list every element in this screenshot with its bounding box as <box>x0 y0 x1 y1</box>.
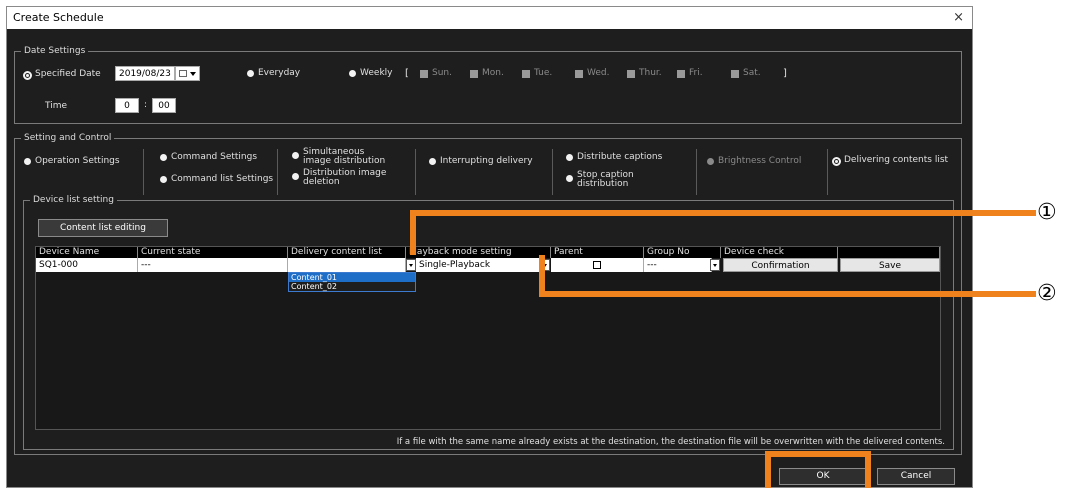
column-current-state: Current state <box>138 247 288 258</box>
weekly-label: Weekly <box>360 68 393 78</box>
label-sat: Sat. <box>743 68 761 78</box>
save-button[interactable]: Save <box>840 258 940 272</box>
operation-settings-label: Operation Settings <box>35 156 120 166</box>
simultaneous-line2: image distribution <box>303 156 386 166</box>
label-fri: Fri. <box>689 68 703 78</box>
cell-parent <box>551 258 644 272</box>
brightness-control-radio[interactable] <box>707 158 714 165</box>
parent-checkbox[interactable] <box>593 261 601 269</box>
weekly-radio[interactable] <box>349 70 356 77</box>
delivering-contents-list-radio[interactable] <box>832 157 841 166</box>
checkbox-thur[interactable] <box>627 70 635 78</box>
calendar-icon[interactable] <box>175 66 200 81</box>
delivery-content-select[interactable] <box>288 258 406 272</box>
cancel-button[interactable]: Cancel <box>877 468 955 485</box>
column-save <box>838 247 940 258</box>
delivery-content-dropdown-list: Content_01 Content_02 <box>288 272 416 292</box>
delivery-content-dropdown-icon[interactable] <box>406 259 416 271</box>
bracket-open: [ <box>405 68 409 79</box>
distribution-deletion-radio[interactable] <box>292 173 299 180</box>
device-list-group: Device list setting Content list editing… <box>23 193 954 450</box>
brightness-control-label: Brightness Control <box>718 156 802 166</box>
everyday-label: Everyday <box>258 68 301 78</box>
distribute-captions-label: Distribute captions <box>577 152 663 162</box>
interrupting-delivery-radio[interactable] <box>429 158 436 165</box>
divider <box>696 149 697 195</box>
stop-caption-radio[interactable] <box>566 175 573 182</box>
everyday-radio[interactable] <box>247 70 254 77</box>
dropdown-option[interactable]: Content_01 <box>289 273 415 282</box>
column-device-name: Device Name <box>36 247 138 258</box>
time-colon: : <box>144 100 148 110</box>
divider <box>827 149 828 195</box>
interrupting-delivery-label: Interrupting delivery <box>440 156 533 166</box>
simultaneous-distribution-radio[interactable] <box>292 152 299 159</box>
divider <box>143 149 144 195</box>
cell-current-state: --- <box>138 258 288 272</box>
confirmation-button[interactable]: Confirmation <box>723 258 838 272</box>
divider <box>552 149 553 195</box>
overwrite-note: If a file with the same name already exi… <box>396 437 945 447</box>
operation-settings-radio[interactable] <box>24 158 31 165</box>
title-bar: Create Schedule × <box>7 7 972 29</box>
divider <box>415 149 416 195</box>
command-list-settings-label: Command list Settings <box>171 174 274 184</box>
window-title: Create Schedule <box>13 11 104 24</box>
label-wed: Wed. <box>587 68 610 78</box>
callout-marker-1: ① <box>1037 200 1057 225</box>
column-playback-mode: Playback mode setting <box>406 247 551 258</box>
distribute-captions-radio[interactable] <box>566 154 573 161</box>
command-list-settings-radio[interactable] <box>160 176 167 183</box>
delivering-contents-list-label: Delivering contents list <box>844 155 949 165</box>
date-settings-label: Date Settings <box>21 44 89 58</box>
hour-field[interactable]: 0 <box>115 98 139 113</box>
divider <box>277 149 278 195</box>
label-sun: Sun. <box>432 68 452 78</box>
checkbox-tue[interactable] <box>522 70 530 78</box>
time-label: Time <box>45 101 68 111</box>
ok-button[interactable]: OK <box>779 468 867 485</box>
minute-field[interactable]: 00 <box>152 98 176 113</box>
checkbox-sat[interactable] <box>731 70 739 78</box>
checkbox-fri[interactable] <box>677 70 685 78</box>
group-no-select[interactable]: --- <box>644 258 712 272</box>
close-icon[interactable]: × <box>953 7 964 29</box>
label-thur: Thur. <box>639 68 662 78</box>
label-tue: Tue. <box>534 68 553 78</box>
create-schedule-dialog: Create Schedule × Date Settings Specifie… <box>6 6 973 488</box>
group-no-dropdown-icon[interactable] <box>710 259 720 271</box>
command-settings-radio[interactable] <box>160 154 167 161</box>
bracket-close: ] <box>783 68 787 79</box>
date-field[interactable]: 2019/08/23 <box>115 66 175 81</box>
playback-mode-select[interactable]: Single-Playback <box>416 258 541 272</box>
checkbox-sun[interactable] <box>420 70 428 78</box>
device-table: Device Name Current state Delivery conte… <box>35 246 941 430</box>
setting-control-label: Setting and Control <box>21 131 115 145</box>
distribution-deletion-line2: deletion <box>303 177 340 187</box>
checkbox-mon[interactable] <box>470 70 478 78</box>
command-settings-label: Command Settings <box>171 152 258 162</box>
label-mon: Mon. <box>482 68 504 78</box>
device-list-label: Device list setting <box>30 193 117 207</box>
date-settings-group: Date Settings Specified Date 2019/08/23 … <box>14 44 962 124</box>
dropdown-option[interactable]: Content_02 <box>289 282 415 291</box>
column-delivery-content: Delivery content list <box>288 247 406 258</box>
content-list-editing-button[interactable]: Content list editing <box>38 219 168 237</box>
column-parent: Parent <box>551 247 644 258</box>
callout-marker-2: ② <box>1037 281 1057 306</box>
column-group-no: Group No <box>644 247 721 258</box>
specified-date-radio[interactable] <box>23 71 32 80</box>
specified-date-label: Specified Date <box>35 69 101 79</box>
checkbox-wed[interactable] <box>575 70 583 78</box>
column-device-check: Device check <box>721 247 838 258</box>
cell-device-name: SQ1-000 <box>36 258 138 272</box>
stop-caption-line2: distribution <box>577 179 629 189</box>
